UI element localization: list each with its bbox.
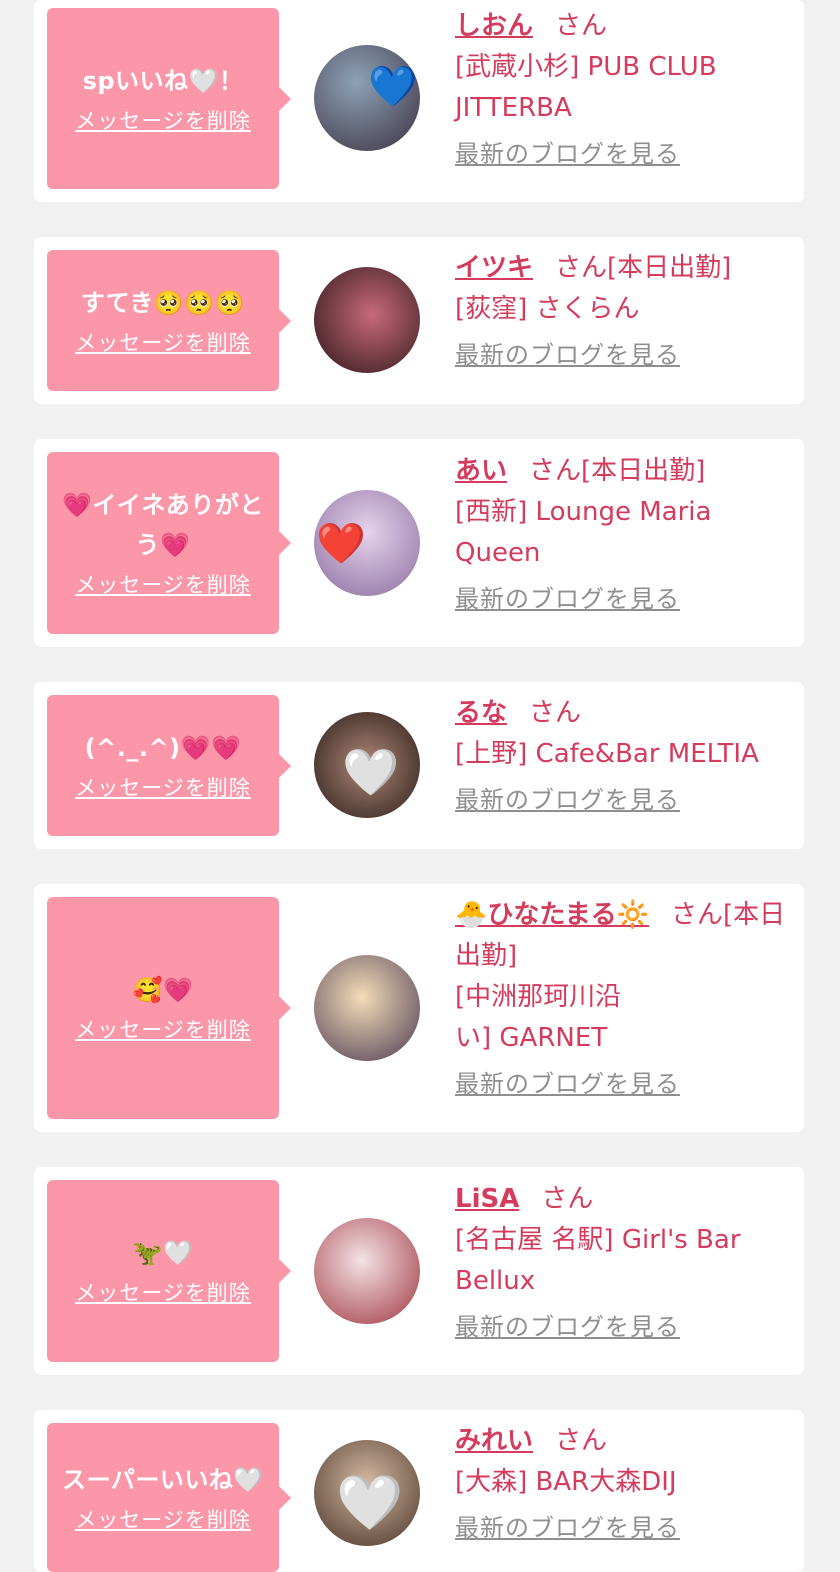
message-text: スーパーいいね🤍 (62, 1465, 264, 1494)
message-bubble: (^._.^)💗💗 メッセージを削除 (47, 695, 291, 836)
name-suffix: さん (529, 698, 582, 728)
message-text: 🦖🤍 (132, 1239, 194, 1267)
list-item: spいいね🤍！ メッセージを削除 💙 しおん さん [武蔵小杉] PUB CLUB… (34, 0, 804, 202)
avatar[interactable] (314, 955, 420, 1061)
name-line: 🐣ひなたまる🔆 さん[本日出勤] (455, 895, 797, 977)
message-text: spいいね🤍！ (82, 66, 244, 95)
profile-name-link[interactable]: しおん (455, 11, 533, 41)
delete-message-link[interactable]: メッセージを削除 (75, 772, 251, 804)
name-suffix: さん[本日出勤] (555, 253, 732, 283)
latest-blog-link[interactable]: 最新のブログを見る (455, 783, 797, 817)
message-bubble: spいいね🤍！ メッセージを削除 (47, 8, 291, 189)
shop-name: [名古屋 名駅] Girl's Bar Bellux (455, 1225, 741, 1296)
profile-info: あい さん[本日出勤] [西新] Lounge Maria Queen 最新のブロ… (455, 451, 797, 616)
avatar[interactable]: 💙 (314, 45, 420, 151)
list-item: (^._.^)💗💗 メッセージを削除 🤍 るな さん [上野] Cafe&Bar … (34, 682, 804, 849)
shop-name: [上野] Cafe&Bar MELTIA (455, 739, 759, 769)
avatar-sticker: ❤️ (316, 521, 366, 567)
name-suffix: さん (541, 1184, 594, 1214)
name-suffix: さん (555, 11, 608, 41)
name-line: しおん さん (455, 6, 797, 47)
profile-info: みれい さん [大森] BAR大森DIJ 最新のブログを見る (455, 1421, 797, 1545)
name-suffix: さん[本日出勤] (529, 456, 706, 486)
avatar[interactable]: ❤️ (314, 490, 420, 596)
message-bubble: 🥰💗 メッセージを削除 (47, 897, 291, 1119)
delete-message-link[interactable]: メッセージを削除 (75, 327, 251, 359)
latest-blog-link[interactable]: 最新のブログを見る (455, 1310, 797, 1344)
profile-name-link[interactable]: 🐣ひなたまる🔆 (455, 900, 649, 930)
profile-info: 🐣ひなたまる🔆 さん[本日出勤] [中洲那珂川沿い] GARNET 最新のブログを… (455, 895, 797, 1101)
profile-info: しおん さん [武蔵小杉] PUB CLUB JITTERBA 最新のブログを見る (455, 6, 797, 171)
avatar[interactable]: 🤍 (314, 1440, 420, 1546)
latest-blog-link[interactable]: 最新のブログを見る (455, 137, 797, 171)
name-line: LiSA さん (455, 1179, 797, 1220)
avatar-sticker: 🤍 (342, 745, 400, 799)
name-line: イツキ さん[本日出勤] (455, 248, 797, 289)
message-bubble: スーパーいいね🤍 メッセージを削除 (47, 1423, 291, 1572)
name-line: みれい さん (455, 1421, 797, 1462)
profile-name-link[interactable]: みれい (455, 1426, 533, 1456)
message-text: 💗イイネありがとう💗 (62, 491, 264, 559)
latest-blog-link[interactable]: 最新のブログを見る (455, 582, 797, 616)
name-line: あい さん[本日出勤] (455, 451, 797, 492)
profile-info: イツキ さん[本日出勤] [荻窪] さくらん 最新のブログを見る (455, 248, 797, 372)
delete-message-link[interactable]: メッセージを削除 (75, 1277, 251, 1309)
name-line: るな さん (455, 693, 797, 734)
delete-message-link[interactable]: メッセージを削除 (75, 105, 251, 137)
profile-name-link[interactable]: るな (455, 698, 507, 728)
profile-info: LiSA さん [名古屋 名駅] Girl's Bar Bellux 最新のブログ… (455, 1179, 797, 1344)
profile-info: るな さん [上野] Cafe&Bar MELTIA 最新のブログを見る (455, 693, 797, 817)
latest-blog-link[interactable]: 最新のブログを見る (455, 1067, 797, 1101)
message-bubble: 💗イイネありがとう💗 メッセージを削除 (47, 452, 291, 634)
delete-message-link[interactable]: メッセージを削除 (75, 569, 251, 601)
shop-name: [西新] Lounge Maria Queen (455, 497, 712, 568)
latest-blog-link[interactable]: 最新のブログを見る (455, 1511, 797, 1545)
avatar-sticker: 🤍 (336, 1471, 404, 1534)
shop-name: [中洲那珂川沿い] GARNET (455, 982, 622, 1053)
list-item: スーパーいいね🤍 メッセージを削除 🤍 みれい さん [大森] BAR大森DIJ … (34, 1410, 804, 1572)
shop-name: [武蔵小杉] PUB CLUB JITTERBA (455, 52, 717, 123)
delete-message-link[interactable]: メッセージを削除 (75, 1504, 251, 1536)
message-text: 🥰💗 (132, 976, 194, 1004)
profile-name-link[interactable]: あい (455, 456, 507, 486)
avatar-sticker: 💙 (368, 64, 418, 110)
list-item: すてき🥺🥺🥺 メッセージを削除 イツキ さん[本日出勤] [荻窪] さくらん 最新… (34, 237, 804, 404)
profile-name-link[interactable]: イツキ (455, 253, 533, 283)
shop-name: [大森] BAR大森DIJ (455, 1467, 677, 1497)
list-item: 💗イイネありがとう💗 メッセージを削除 ❤️ あい さん[本日出勤] [西新] L… (34, 439, 804, 647)
message-bubble: すてき🥺🥺🥺 メッセージを削除 (47, 250, 291, 391)
shop-name: [荻窪] さくらん (455, 294, 640, 324)
name-suffix: さん (555, 1426, 608, 1456)
profile-name-link[interactable]: LiSA (455, 1184, 519, 1214)
list-item: 🦖🤍 メッセージを削除 LiSA さん [名古屋 名駅] Girl's Bar B… (34, 1167, 804, 1375)
message-text: すてき🥺🥺🥺 (80, 288, 246, 317)
message-bubble: 🦖🤍 メッセージを削除 (47, 1180, 291, 1362)
latest-blog-link[interactable]: 最新のブログを見る (455, 338, 797, 372)
avatar[interactable]: 🤍 (314, 712, 420, 818)
avatar[interactable] (314, 267, 420, 373)
message-text: (^._.^)💗💗 (84, 733, 242, 762)
list-item: 🥰💗 メッセージを削除 🐣ひなたまる🔆 さん[本日出勤] [中洲那珂川沿い] GA… (34, 884, 804, 1132)
delete-message-link[interactable]: メッセージを削除 (75, 1014, 251, 1046)
avatar[interactable] (314, 1218, 420, 1324)
